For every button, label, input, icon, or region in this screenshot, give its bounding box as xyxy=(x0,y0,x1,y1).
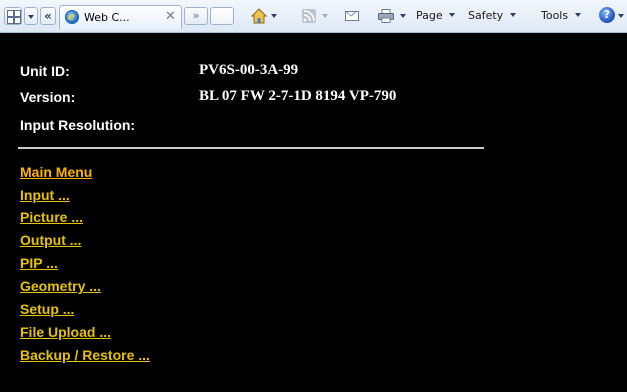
print-dropdown-icon[interactable] xyxy=(400,14,406,18)
home-dropdown-icon[interactable] xyxy=(271,14,277,18)
input-resolution-label: Input Resolution: xyxy=(20,117,136,133)
safety-menu[interactable]: Safety xyxy=(468,9,516,22)
version-label: Version: xyxy=(20,89,76,105)
page-menu-label: Page xyxy=(416,9,443,22)
tools-menu-label: Tools xyxy=(541,9,569,22)
page-content: Unit ID: PV6S-00-3A-99 Version: BL 07 FW… xyxy=(0,33,627,392)
nav-link-main-menu[interactable]: Main Menu xyxy=(20,164,92,180)
divider xyxy=(18,147,484,149)
help-icon[interactable]: ? xyxy=(599,7,615,23)
nav-link-geometry[interactable]: Geometry ... xyxy=(20,278,101,294)
browser-toolbar: « e Web C... ✕ » Page Safety Tools ? xyxy=(0,0,627,33)
chevron-down-icon xyxy=(449,13,456,17)
chevron-down-icon xyxy=(509,13,516,17)
page-menu[interactable]: Page xyxy=(416,9,456,22)
unit-id-label: Unit ID: xyxy=(20,63,70,79)
nav-link-pip[interactable]: PIP ... xyxy=(20,255,58,271)
quick-tabs-icon xyxy=(7,10,14,17)
nav-link-file-upload[interactable]: File Upload ... xyxy=(20,324,111,340)
nav-link-setup[interactable]: Setup ... xyxy=(20,301,74,317)
tools-menu[interactable]: Tools xyxy=(541,9,581,22)
browser-tab[interactable]: e Web C... ✕ xyxy=(59,5,182,29)
print-icon[interactable] xyxy=(378,9,394,23)
home-icon[interactable] xyxy=(251,8,267,24)
scroll-tabs-right-button[interactable]: » xyxy=(184,7,208,25)
nav-link-picture[interactable]: Picture ... xyxy=(20,209,83,225)
tab-list-dropdown-button[interactable] xyxy=(24,7,38,25)
close-icon[interactable]: ✕ xyxy=(165,9,176,24)
chevron-down-icon xyxy=(574,13,581,17)
version-value: BL 07 FW 2-7-1D 8194 VP-790 xyxy=(199,88,397,104)
ie-globe-icon: e xyxy=(65,10,79,24)
chevron-down-icon xyxy=(28,15,34,19)
feeds-dropdown-icon[interactable] xyxy=(322,14,328,18)
nav-link-input[interactable]: Input ... xyxy=(20,187,70,203)
quick-tabs-button[interactable] xyxy=(4,7,22,25)
nav-link-output[interactable]: Output ... xyxy=(20,232,81,248)
feeds-icon[interactable] xyxy=(302,9,316,23)
tab-title: Web C... xyxy=(84,11,130,24)
mail-icon[interactable] xyxy=(345,11,359,21)
new-tab-button[interactable] xyxy=(210,7,234,25)
safety-menu-label: Safety xyxy=(468,9,504,22)
scroll-tabs-left-button[interactable]: « xyxy=(40,7,56,25)
nav-link-backup-restore[interactable]: Backup / Restore ... xyxy=(20,347,150,363)
unit-id-value: PV6S-00-3A-99 xyxy=(199,62,299,78)
help-dropdown-icon[interactable] xyxy=(618,14,624,18)
